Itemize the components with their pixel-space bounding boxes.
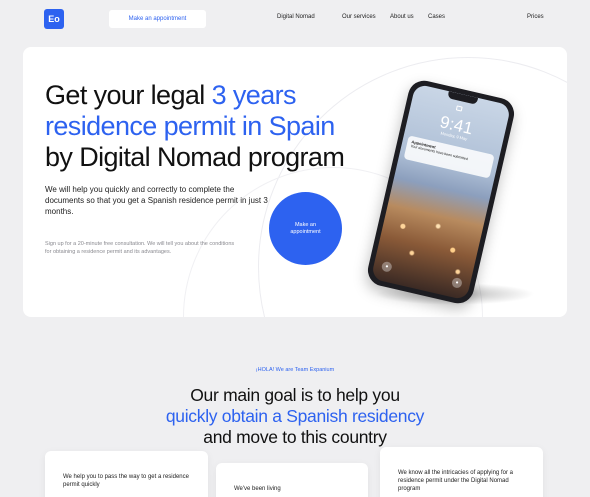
hero-title-highlight: 3 years (211, 80, 297, 110)
nav-our-services[interactable]: Our services (342, 14, 376, 20)
nav-about-us[interactable]: About us (390, 14, 414, 20)
top-navigation: Eo Make an appointment Digital Nomad Our… (0, 0, 590, 40)
section-eyebrow: ¡HOLA! We are Team Expanium (255, 367, 335, 373)
feature-card: We've been living (216, 463, 368, 497)
section-title-line: and move to this country (203, 427, 387, 447)
feature-card-text: We've been living (234, 486, 281, 492)
phone-notch (447, 91, 479, 105)
section-title-line: Our main goal is to help you (190, 385, 400, 405)
logo[interactable]: Eo (44, 9, 64, 29)
hero-title: Get your legal 3 years residence permit … (45, 80, 375, 173)
hero-title-part: by Digital Nomad program (45, 142, 345, 172)
feature-card: We help you to pass the way to get a res… (45, 451, 208, 497)
hero-title-part: Get your legal (45, 80, 212, 110)
hero-title-highlight: residence permit in Spain (45, 111, 335, 141)
feature-card: We know all the intricacies of applying … (380, 447, 543, 497)
nav-digital-nomad[interactable]: Digital Nomad (277, 14, 315, 20)
hero-appointment-button[interactable]: Make an appointment (269, 192, 342, 265)
feature-card-text: We know all the intricacies of applying … (398, 470, 513, 492)
section-title: Our main goal is to help you quickly obt… (0, 385, 590, 448)
hero-card: Get your legal 3 years residence permit … (23, 47, 567, 317)
nav-prices[interactable]: Prices (527, 14, 544, 20)
feature-card-text: We help you to pass the way to get a res… (63, 474, 189, 488)
nav-cases[interactable]: Cases (428, 14, 445, 20)
make-appointment-button[interactable]: Make an appointment (109, 10, 206, 28)
hero-note: Sign up for a 20-minute free consultatio… (45, 241, 235, 255)
section-title-highlight: quickly obtain a Spanish residency (165, 406, 425, 426)
hero-description: We will help you quickly and correctly t… (45, 185, 268, 216)
city-image (373, 190, 487, 291)
lock-icon (455, 105, 463, 112)
